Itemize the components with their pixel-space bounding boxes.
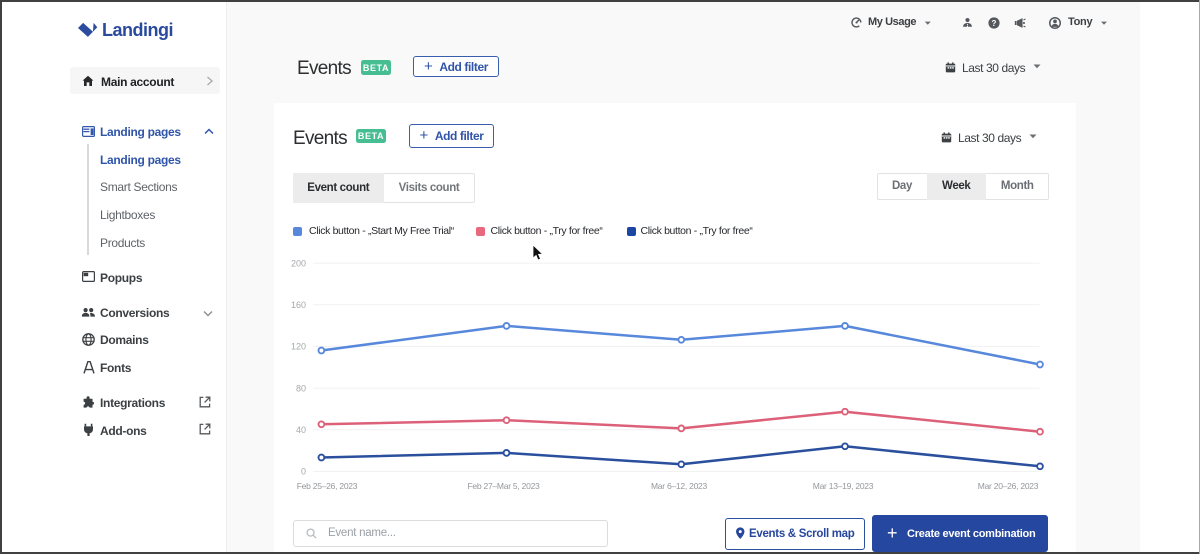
svg-text:Mar 13–19, 2023: Mar 13–19, 2023 [813, 481, 874, 491]
svg-text:?: ? [991, 19, 996, 28]
svg-text:0: 0 [301, 467, 306, 477]
svg-text:Mar 6–12, 2023: Mar 6–12, 2023 [651, 481, 708, 491]
svg-text:Feb 27–Mar 5, 2023: Feb 27–Mar 5, 2023 [467, 481, 540, 491]
svg-text:40: 40 [296, 425, 306, 435]
svg-text:80: 80 [296, 383, 306, 393]
svg-text:200: 200 [291, 258, 306, 268]
svg-text:Mar 20–26, 2023: Mar 20–26, 2023 [978, 481, 1039, 491]
svg-text:120: 120 [291, 342, 306, 352]
svg-text:160: 160 [291, 300, 306, 310]
svg-text:Feb 25–26, 2023: Feb 25–26, 2023 [297, 481, 358, 491]
